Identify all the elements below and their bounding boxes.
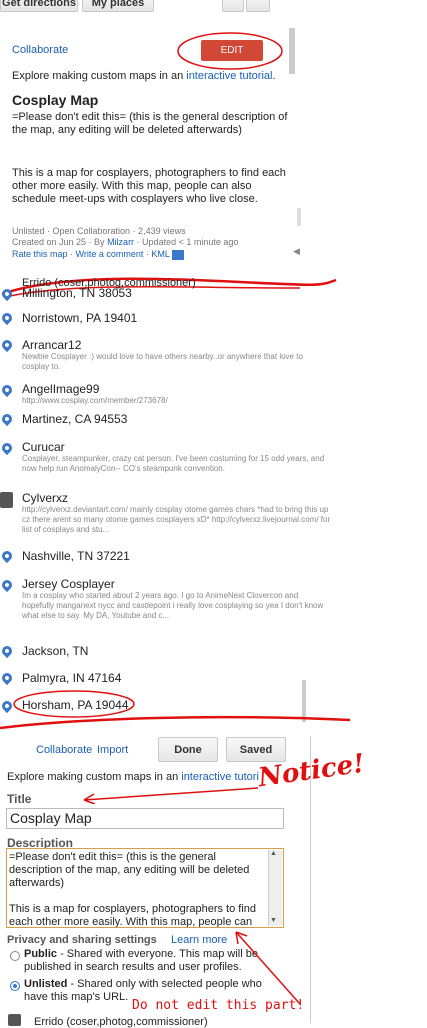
list-item-title[interactable]: Arrancar12: [22, 338, 81, 352]
list-item-title[interactable]: Nashville, TN 37221: [22, 549, 130, 563]
list-item-title[interactable]: Martinez, CA 94553: [22, 412, 127, 426]
map-meta-created: Created on Jun 25 · By Milzarr · Updated…: [12, 237, 239, 247]
done-button[interactable]: Done: [158, 737, 218, 762]
collaborate-link-edit[interactable]: Collaborate: [36, 744, 92, 756]
saved-button[interactable]: Saved: [226, 737, 286, 762]
public-radio[interactable]: [10, 951, 20, 961]
tutorial-link[interactable]: interactive tutorial: [186, 70, 272, 82]
explore-text: Explore making custom maps in an interac…: [12, 70, 276, 82]
avatar: [8, 1014, 21, 1026]
arrow-annotation-title: [83, 787, 259, 804]
map-marker-icon[interactable]: [0, 411, 15, 427]
list-item-title[interactable]: AngelImage99: [22, 382, 99, 396]
map-description-2: This is a map for cosplayers, photograph…: [12, 167, 286, 205]
scroll-up-icon[interactable]: ▲: [270, 850, 277, 857]
description-textarea[interactable]: =Please don't edit this= (this is the ge…: [6, 848, 284, 928]
scrollbar-mid[interactable]: [297, 208, 301, 226]
print-button[interactable]: [222, 0, 244, 12]
list-item-description: Cosplayer, steampunker, crazy cat person…: [22, 454, 325, 473]
list-item-title[interactable]: Millington, TN 38053: [22, 286, 132, 300]
rate-map-link[interactable]: Rate this map: [12, 249, 68, 259]
list-item-title[interactable]: Jackson, TN: [22, 644, 88, 658]
list-item-title[interactable]: Jersey Cosplayer: [22, 577, 115, 591]
scroll-down-icon[interactable]: ▼: [270, 917, 277, 924]
map-meta-views: Unlisted · Open Collaboration · 2,439 vi…: [12, 226, 186, 236]
scrollbar-top[interactable]: [289, 28, 295, 74]
kml-link[interactable]: KML: [151, 249, 169, 259]
author-link[interactable]: Milzarr: [107, 237, 134, 247]
import-link[interactable]: Import: [97, 744, 128, 756]
get-directions-button[interactable]: Get directions: [0, 0, 78, 12]
link-button[interactable]: [246, 0, 270, 12]
map-marker-icon[interactable]: [0, 548, 15, 564]
my-places-button[interactable]: My places: [82, 0, 154, 12]
privacy-settings-label: Privacy and sharing settings: [7, 934, 157, 946]
map-actions: Rate this map · Write a comment · KML: [12, 249, 185, 260]
map-marker-icon[interactable]: [0, 310, 15, 326]
list-item-title[interactable]: Errido (coser,photog,commissioner): [34, 1016, 208, 1028]
collaborate-link[interactable]: Collaborate: [12, 44, 68, 56]
list-item-title[interactable]: Cylverxz: [22, 491, 68, 505]
collapse-arrow-icon[interactable]: ◀: [293, 246, 300, 257]
map-marker-icon[interactable]: [0, 440, 15, 456]
red-separator-annotation: [0, 715, 351, 730]
map-marker-icon[interactable]: [0, 670, 15, 686]
arrow-annotation-privacy: [235, 931, 301, 1005]
list-item-description: http://www.cosplay.com/member/273678/: [22, 396, 168, 405]
textarea-scrollbar[interactable]: [268, 850, 282, 926]
list-item-title[interactable]: Palmyra, IN 47164: [22, 671, 121, 685]
write-comment-link[interactable]: Write a comment: [76, 249, 144, 259]
do-not-edit-annotation: Do not edit this part!: [132, 998, 305, 1013]
list-item-title[interactable]: Curucar: [22, 440, 65, 454]
list-item-description: http://cylverxz.deviantart.com/ mainly c…: [22, 505, 331, 534]
unlisted-radio[interactable]: [10, 981, 20, 991]
title-input[interactable]: Cosplay Map: [6, 808, 284, 829]
avatar: [0, 492, 13, 508]
map-marker-icon[interactable]: [0, 577, 15, 593]
edit-circle-annotation: [177, 32, 283, 70]
earth-icon[interactable]: [172, 249, 185, 260]
title-label: Title: [7, 792, 32, 806]
map-marker-icon[interactable]: [0, 643, 15, 659]
list-item-description: Im a cosplay who started about 2 years a…: [22, 591, 324, 620]
map-title: Cosplay Map: [12, 92, 99, 108]
list-item-title[interactable]: Norristown, PA 19401: [22, 311, 137, 325]
map-description-1: =Please don't edit this= (this is the ge…: [12, 111, 288, 136]
list-item-description: Newbie Cosplayer :) would love to have o…: [22, 352, 303, 371]
map-marker-icon[interactable]: [0, 382, 15, 398]
map-marker-icon[interactable]: [0, 337, 15, 353]
learn-more-link[interactable]: Learn more: [171, 934, 227, 946]
